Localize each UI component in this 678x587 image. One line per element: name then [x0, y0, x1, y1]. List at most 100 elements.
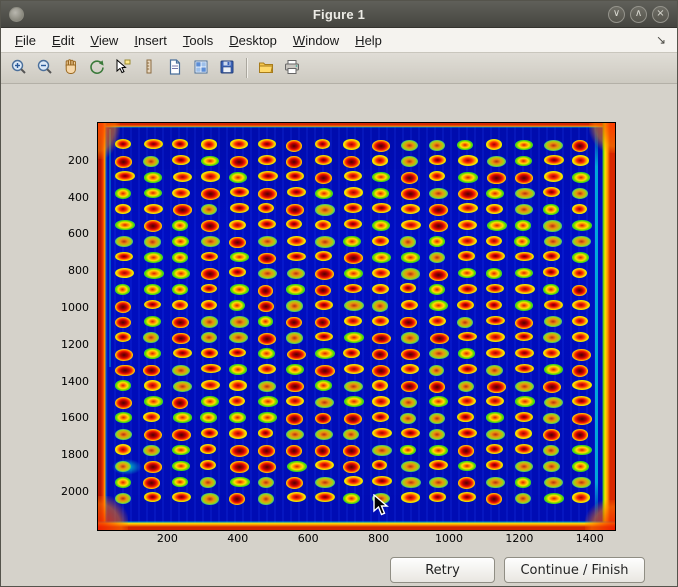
window-menu-icon[interactable]	[9, 7, 24, 22]
dock-arrow-icon[interactable]: ↘	[651, 33, 671, 47]
plate-spot	[515, 268, 533, 279]
plate-spot	[429, 155, 446, 165]
print-figure-button[interactable]	[280, 56, 304, 80]
plate-spot	[201, 493, 219, 504]
zoom-in-button[interactable]	[7, 56, 31, 80]
plate-spot	[515, 461, 533, 472]
plate-spot	[372, 445, 392, 456]
zoom-out-icon	[36, 58, 54, 79]
menu-view[interactable]: View	[82, 30, 126, 51]
plate-spot	[230, 139, 249, 149]
plate-spot	[401, 268, 420, 279]
plate-spot	[572, 445, 592, 456]
figure-canvas: Retry Continue / Finish 2004006008001000…	[1, 84, 677, 587]
plate-spot	[372, 236, 389, 246]
close-button[interactable]: ×	[652, 6, 669, 23]
plate-spot	[429, 365, 445, 376]
plate-spot	[172, 155, 190, 165]
continue-finish-button[interactable]: Continue / Finish	[504, 557, 645, 583]
plate-spot	[372, 203, 391, 213]
plate-spot	[115, 139, 131, 149]
plate-spot	[543, 332, 561, 343]
plate-spot	[544, 155, 564, 165]
menu-window[interactable]: Window	[285, 30, 347, 51]
menu-desktop[interactable]: Desktop	[221, 30, 285, 51]
plate-spot	[543, 204, 559, 215]
plate-spot	[572, 492, 590, 502]
edit-plot-button[interactable]	[137, 56, 161, 80]
plate-spot	[172, 236, 189, 247]
plate-spot	[515, 284, 534, 294]
plate-spot	[372, 140, 390, 152]
plate-spot	[515, 204, 534, 215]
plate-spot	[486, 236, 502, 246]
new-figure-button[interactable]	[163, 56, 187, 80]
plate-spot	[458, 203, 478, 213]
menu-edit[interactable]: Edit	[44, 30, 82, 51]
plate-spot	[258, 155, 276, 165]
y-tick-label: 1800	[41, 448, 89, 461]
menu-insert[interactable]: Insert	[126, 30, 175, 51]
rotate-3d-button[interactable]	[85, 56, 109, 80]
plate-spot	[143, 156, 159, 167]
plate-spot	[486, 316, 504, 326]
plate-image[interactable]	[97, 122, 616, 531]
plate-spot	[429, 300, 448, 311]
plate-spot	[258, 253, 276, 265]
y-tick-label: 1000	[41, 301, 89, 314]
plate-spot	[487, 156, 506, 167]
plate-spot	[315, 460, 333, 470]
plate-spot	[315, 139, 331, 149]
retry-button[interactable]: Retry	[390, 557, 495, 583]
plot-browser-button[interactable]	[189, 56, 213, 80]
zoom-out-button[interactable]	[33, 56, 57, 80]
plate-spot	[400, 413, 416, 424]
plate-spot	[229, 493, 245, 505]
plate-spot	[572, 413, 592, 425]
plate-spot	[515, 220, 532, 231]
plate-spot	[144, 268, 164, 279]
plate-spot	[401, 172, 419, 184]
maximize-button[interactable]: ∧	[630, 6, 647, 23]
plate-spot	[343, 156, 360, 168]
pan-button[interactable]	[59, 56, 83, 80]
plate-spot	[401, 156, 419, 167]
plate-spot	[286, 381, 304, 393]
plate-spot	[372, 172, 390, 183]
plate-spot	[429, 269, 448, 281]
plate-spot	[172, 300, 188, 310]
plate-spot	[230, 252, 249, 263]
menu-help[interactable]: Help	[347, 30, 390, 51]
plate-spot	[172, 477, 188, 488]
menu-tools[interactable]: Tools	[175, 30, 221, 51]
plate-spot	[144, 236, 161, 247]
minimize-button[interactable]: ∨	[608, 6, 625, 23]
plate-spot	[372, 460, 388, 470]
plate-spot	[344, 316, 363, 326]
plate-spot	[486, 268, 502, 279]
save-figure-button[interactable]	[215, 56, 239, 80]
plate-spot	[372, 476, 392, 486]
plate-spot	[201, 171, 220, 181]
plate-spot	[543, 251, 560, 261]
plate-spot	[286, 477, 303, 489]
plate-spot	[400, 445, 416, 456]
plate-spot	[372, 300, 388, 311]
plate-spot	[458, 492, 476, 502]
plate-spot	[458, 428, 477, 438]
plate-spot	[201, 300, 217, 310]
plate-spot	[572, 140, 588, 152]
open-file-button[interactable]	[254, 56, 278, 80]
plate-spot	[486, 300, 502, 310]
plate-spot	[172, 220, 188, 231]
plate-corner-blob	[589, 123, 615, 153]
menu-items: FileEditViewInsertToolsDesktopWindowHelp	[7, 30, 390, 51]
plate-spot	[287, 268, 305, 279]
plate-edge-bottom	[98, 521, 615, 530]
menu-file[interactable]: File	[7, 30, 44, 51]
data-cursor-button[interactable]	[111, 56, 135, 80]
plate-spot	[344, 252, 363, 264]
plate-spot	[344, 187, 363, 197]
plate-spot	[401, 349, 420, 361]
plate-spot	[286, 317, 302, 329]
